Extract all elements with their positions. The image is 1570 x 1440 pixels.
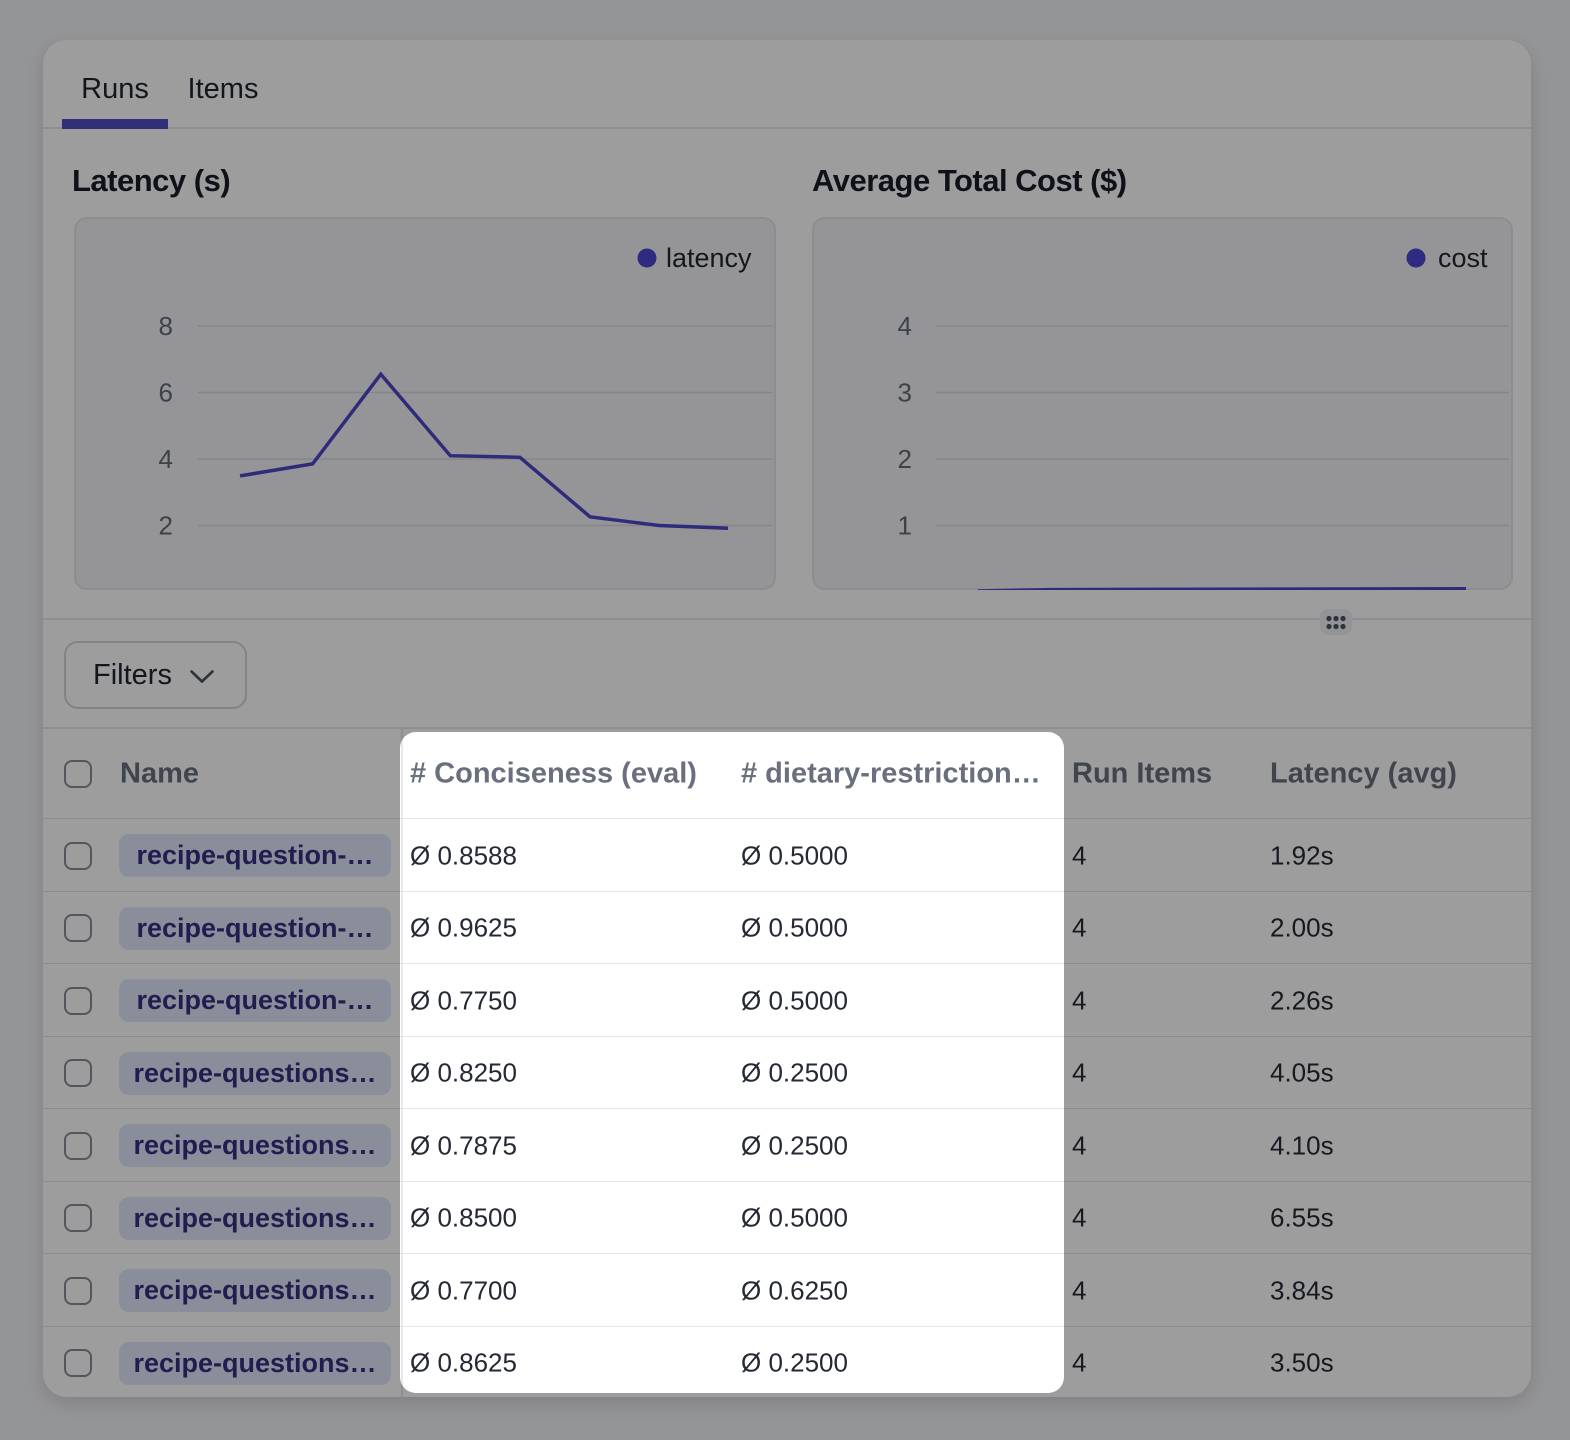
svg-text:cost: cost — [1438, 243, 1488, 273]
svg-text:latency: latency — [666, 243, 752, 273]
svg-text:2: 2 — [898, 444, 912, 474]
svg-text:8: 8 — [159, 311, 173, 341]
svg-text:4: 4 — [898, 311, 912, 341]
svg-text:1: 1 — [898, 511, 912, 541]
svg-text:4: 4 — [159, 444, 173, 474]
svg-text:2: 2 — [159, 511, 173, 541]
svg-text:6: 6 — [159, 378, 173, 408]
svg-text:3: 3 — [898, 378, 912, 408]
